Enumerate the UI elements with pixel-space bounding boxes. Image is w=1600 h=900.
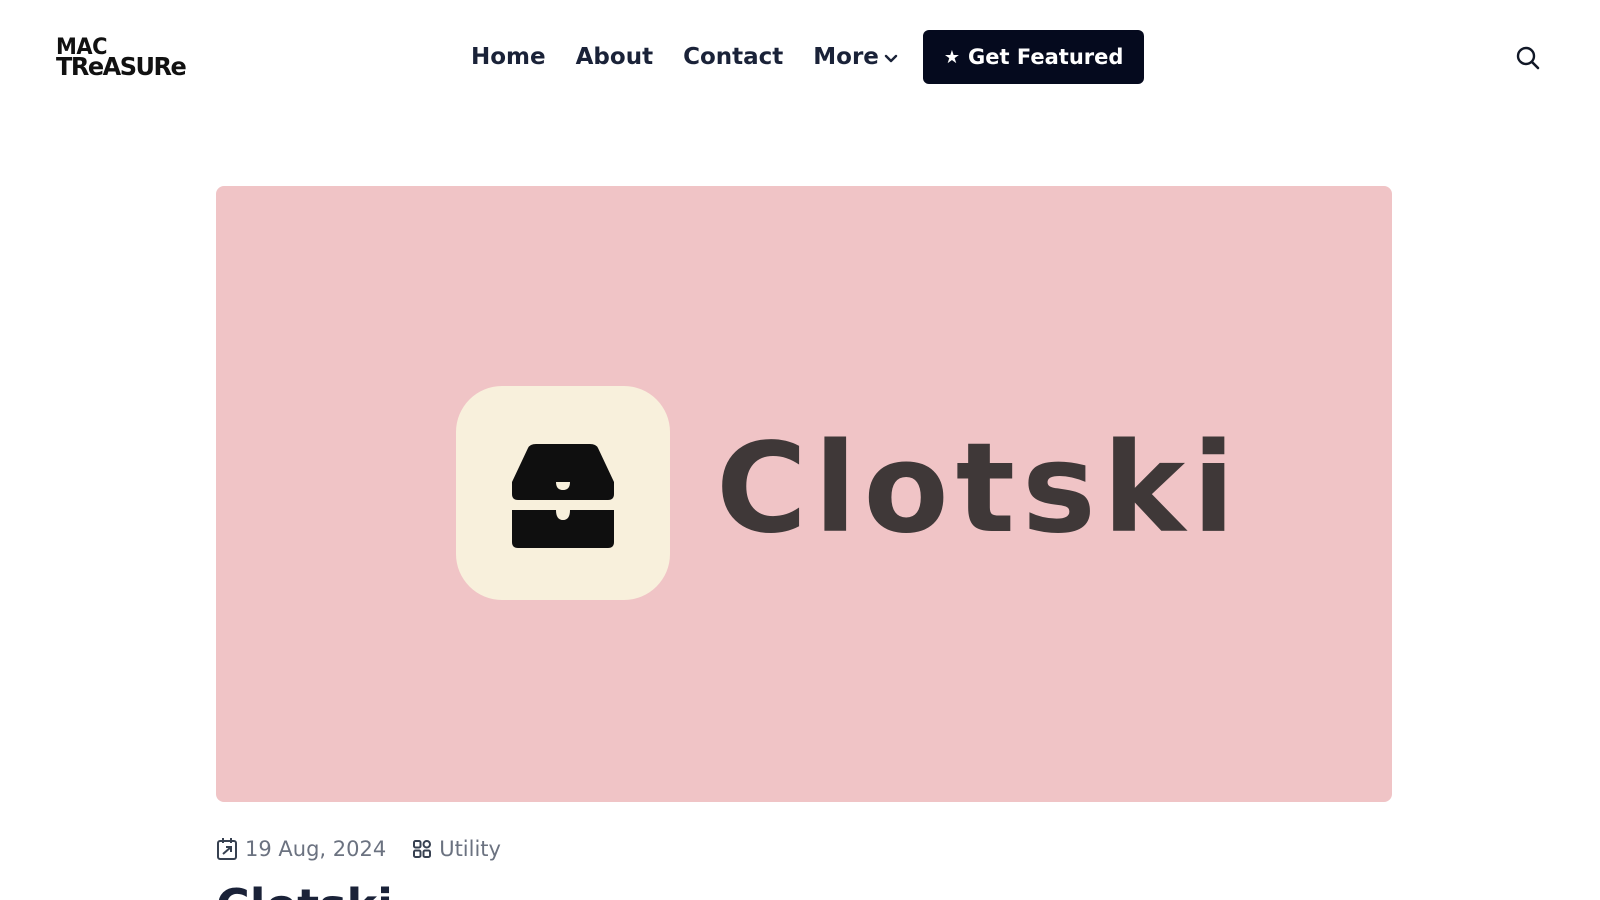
post-category[interactable]: Utility bbox=[412, 837, 501, 861]
nav-contact-link[interactable]: Contact bbox=[683, 44, 783, 70]
site-logo[interactable]: MAC TReASURe bbox=[56, 35, 187, 82]
nav-more-label: More bbox=[813, 44, 879, 70]
grid-icon bbox=[413, 840, 432, 858]
nav-more-dropdown[interactable]: More bbox=[813, 44, 899, 70]
chevron-down-icon bbox=[884, 54, 898, 63]
nav-home-link[interactable]: Home bbox=[471, 44, 546, 70]
site-header: MAC TReASURe Home About Contact More ★ G… bbox=[0, 0, 1600, 115]
nav-about-link[interactable]: About bbox=[576, 44, 653, 70]
post-date: 19 Aug, 2024 bbox=[216, 837, 386, 861]
post-meta: 19 Aug, 2024 Utility bbox=[216, 834, 527, 864]
featured-image: Clotski bbox=[216, 186, 1392, 802]
post-title: Clotski bbox=[216, 878, 393, 900]
inbox-tray-icon bbox=[512, 444, 614, 548]
app-icon bbox=[456, 386, 670, 600]
post-date-text: 19 Aug, 2024 bbox=[245, 837, 387, 861]
logo-line-2: TReASURe bbox=[56, 51, 187, 82]
post-category-text: Utility bbox=[439, 837, 501, 861]
get-featured-label: Get Featured bbox=[968, 45, 1124, 69]
star-icon: ★ bbox=[943, 46, 961, 68]
get-featured-button[interactable]: ★ Get Featured bbox=[922, 30, 1145, 84]
calendar-icon bbox=[217, 838, 237, 860]
search-icon[interactable] bbox=[1514, 44, 1542, 72]
main-nav: Home About Contact More ★ Get Featured bbox=[471, 30, 1145, 84]
hero-app-name: Clotski bbox=[716, 417, 1242, 561]
